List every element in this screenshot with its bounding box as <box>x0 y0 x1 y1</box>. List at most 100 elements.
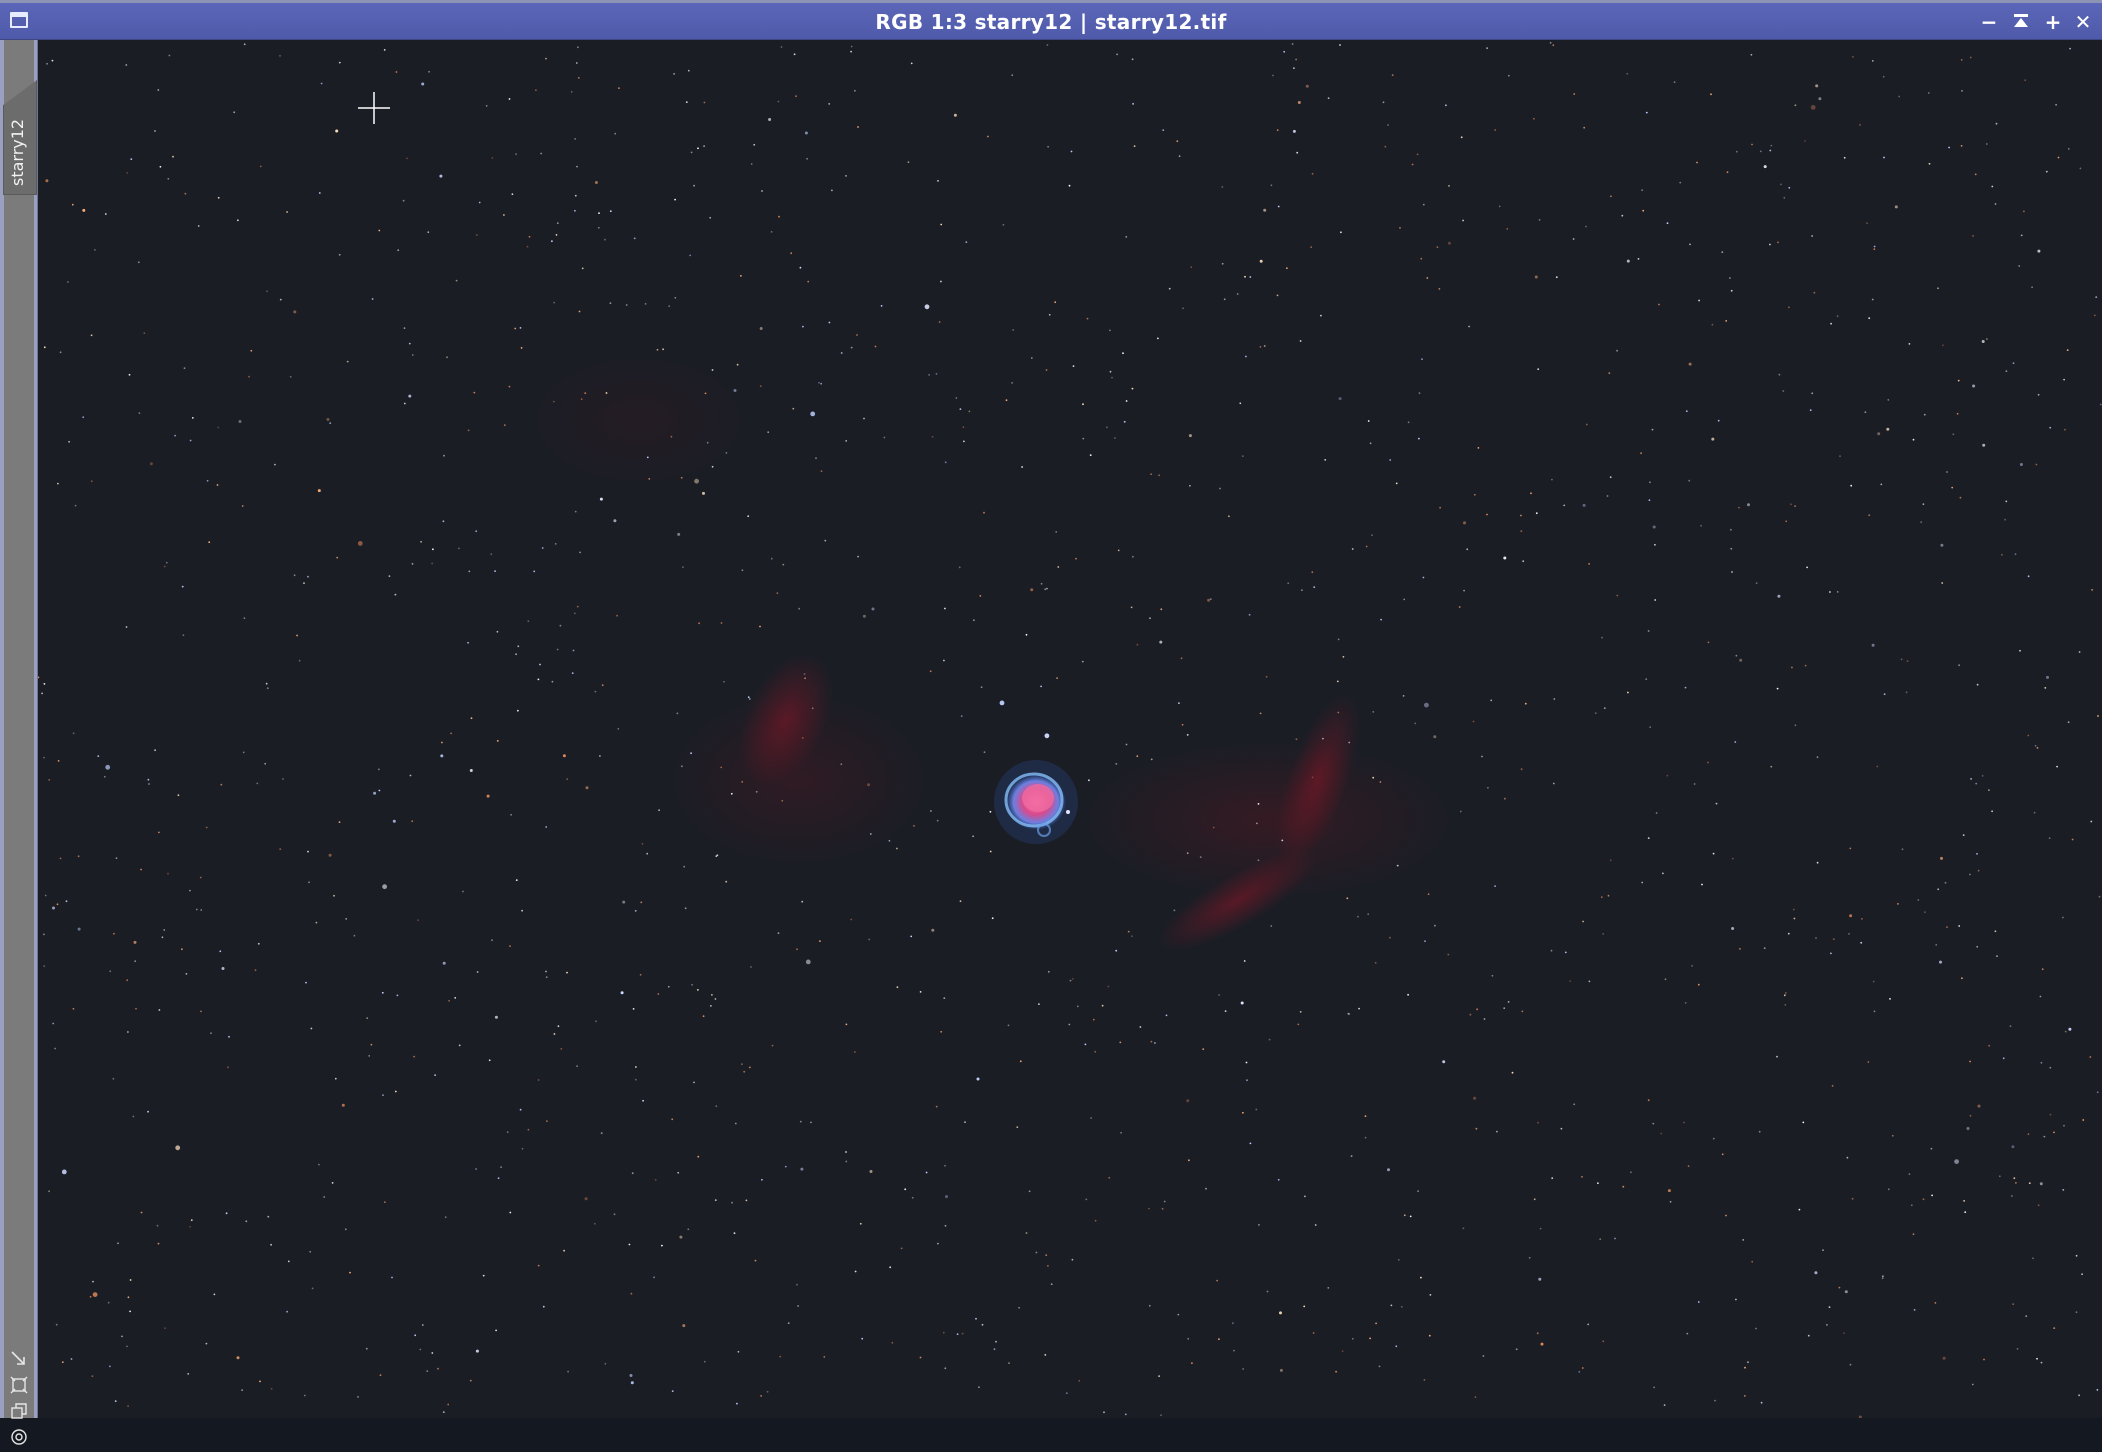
star <box>1730 528 1732 531</box>
star <box>515 653 517 656</box>
star <box>248 375 250 378</box>
star <box>137 261 140 264</box>
star <box>210 1032 212 1035</box>
star <box>962 426 965 428</box>
star <box>1952 433 1955 436</box>
star <box>1887 399 1890 401</box>
star <box>577 77 580 79</box>
star <box>1249 1142 1252 1145</box>
fit-view-icon[interactable] <box>9 1374 29 1396</box>
star <box>609 302 612 304</box>
star <box>1218 994 1220 996</box>
star <box>307 850 309 853</box>
star <box>1439 506 1441 509</box>
star <box>931 435 934 438</box>
star <box>217 196 220 199</box>
star <box>634 910 637 912</box>
star <box>840 352 843 354</box>
star <box>1610 195 1612 198</box>
star <box>1351 1337 1354 1340</box>
star <box>828 103 831 105</box>
star <box>661 1244 663 1247</box>
star <box>679 1235 683 1239</box>
star <box>1299 1011 1302 1013</box>
star <box>1688 479 1691 482</box>
star <box>1021 466 1023 468</box>
star <box>1683 1121 1685 1124</box>
star <box>1367 913 1370 916</box>
star <box>1115 949 1118 952</box>
star <box>723 680 725 683</box>
star <box>720 766 723 769</box>
star <box>426 1370 429 1372</box>
star <box>1686 1332 1689 1335</box>
image-viewport[interactable] <box>38 40 2102 1418</box>
star <box>125 626 128 628</box>
star <box>1427 893 1430 896</box>
star <box>130 158 133 160</box>
star <box>759 327 763 330</box>
star <box>392 819 396 823</box>
star <box>1131 58 1134 61</box>
star <box>1311 172 1314 175</box>
star <box>1912 1233 1915 1236</box>
star <box>442 520 445 523</box>
clone-icon[interactable] <box>9 1400 29 1422</box>
star <box>2062 916 2064 919</box>
star <box>556 648 559 651</box>
star <box>441 741 443 744</box>
star <box>1689 243 1691 246</box>
star <box>1188 1159 1190 1162</box>
star <box>1207 598 1211 602</box>
star <box>1669 1200 1672 1203</box>
stars-layer <box>38 41 2102 1418</box>
resize-corner-icon[interactable] <box>9 1348 29 1370</box>
star <box>307 575 309 578</box>
star <box>190 1219 193 1221</box>
star <box>1109 370 1112 373</box>
maximize-button[interactable]: + <box>2040 9 2066 35</box>
star <box>71 203 74 206</box>
shade-button[interactable] <box>2008 9 2034 35</box>
star <box>437 1367 439 1370</box>
star <box>595 1020 597 1023</box>
minimize-button[interactable]: − <box>1976 9 2002 35</box>
star <box>185 973 188 975</box>
star <box>1524 702 1527 705</box>
star <box>761 1178 763 1181</box>
star <box>1645 111 1648 114</box>
close-button[interactable]: ✕ <box>2070 9 2096 35</box>
star <box>709 216 712 219</box>
star <box>1150 1040 1153 1043</box>
star <box>469 769 473 772</box>
star <box>338 821 341 823</box>
star <box>1245 1061 1248 1064</box>
star <box>1585 423 1588 426</box>
star <box>776 592 779 595</box>
star <box>470 717 473 720</box>
star <box>1047 970 1050 973</box>
star <box>1473 1096 1477 1100</box>
star <box>1964 1211 1967 1213</box>
star <box>1044 588 1047 591</box>
star <box>77 855 80 858</box>
star <box>1475 1127 1478 1130</box>
star <box>553 301 556 304</box>
star <box>831 189 833 192</box>
star <box>1626 72 1629 75</box>
title-bar[interactable]: RGB 1:3 starry12 | starry12.tif − + ✕ <box>0 3 2102 40</box>
star <box>1731 571 1733 573</box>
star <box>1913 1309 1916 1311</box>
star <box>77 927 81 931</box>
star <box>1725 320 1728 322</box>
star <box>289 375 292 378</box>
star <box>1241 455 1244 457</box>
star <box>594 181 598 184</box>
star <box>578 310 581 313</box>
star <box>2039 995 2042 998</box>
star <box>1758 1130 1761 1133</box>
identifier-icon[interactable] <box>9 1426 29 1448</box>
star <box>644 303 647 305</box>
star <box>1287 582 1290 585</box>
star <box>777 100 780 103</box>
